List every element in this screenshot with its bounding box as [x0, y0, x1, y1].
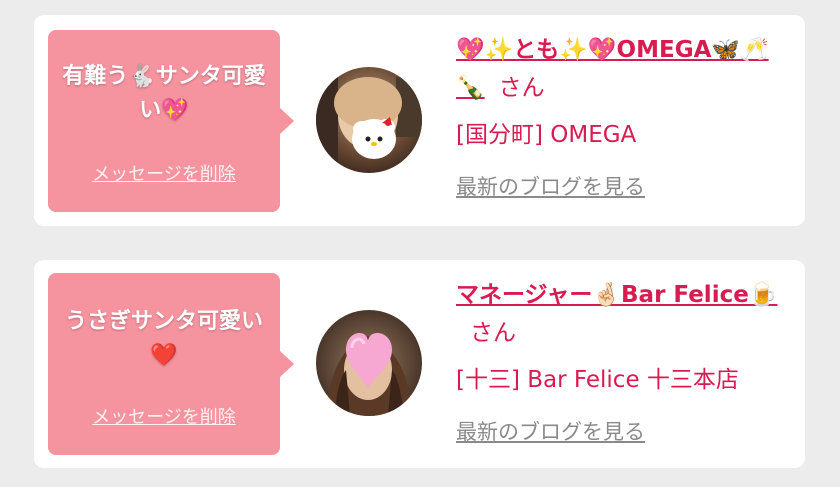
message-card: うさぎサンタ可愛い❤️ メッセージを削除 マネージャー🤞🏻Bar Felice🍺…	[34, 260, 805, 468]
delete-message-link[interactable]: メッセージを削除	[48, 160, 280, 186]
message-card: 有難う🐇サンタ可愛い💖 メッセージを削除 💖✨とも✨💖OMEGA🦋🥂🍾 さん […	[34, 15, 805, 226]
shop-name: [十三] Bar Felice 十三本店	[456, 367, 739, 393]
honorific: さん	[470, 320, 516, 346]
cast-name-row: 💖✨とも✨💖OMEGA🦋🥂🍾 さん	[456, 31, 795, 107]
message-text: 有難う🐇サンタ可愛い💖	[62, 64, 266, 123]
message-bubble: うさぎサンタ可愛い❤️ メッセージを削除	[48, 273, 294, 455]
honorific: さん	[498, 75, 545, 101]
delete-message-link[interactable]: メッセージを削除	[48, 403, 280, 429]
cast-info: 💖✨とも✨💖OMEGA🦋🥂🍾 さん [国分町] OMEGA 最新のブログを見る	[456, 31, 795, 201]
latest-blog-link[interactable]: 最新のブログを見る	[456, 171, 645, 201]
avatar[interactable]	[316, 67, 422, 173]
avatar[interactable]	[316, 310, 422, 416]
latest-blog-link[interactable]: 最新のブログを見る	[456, 416, 645, 446]
message-text: うさぎサンタ可愛い❤️	[64, 309, 263, 368]
cast-name-link[interactable]: マネージャー🤞🏻Bar Felice🍺	[456, 282, 777, 308]
message-bubble: 有難う🐇サンタ可愛い💖 メッセージを削除	[48, 30, 294, 212]
shop-name: [国分町] OMEGA	[456, 122, 637, 148]
cast-info: マネージャー🤞🏻Bar Felice🍺 さん [十三] Bar Felice 十三…	[456, 276, 795, 446]
cast-name-row: マネージャー🤞🏻Bar Felice🍺 さん	[456, 276, 795, 352]
